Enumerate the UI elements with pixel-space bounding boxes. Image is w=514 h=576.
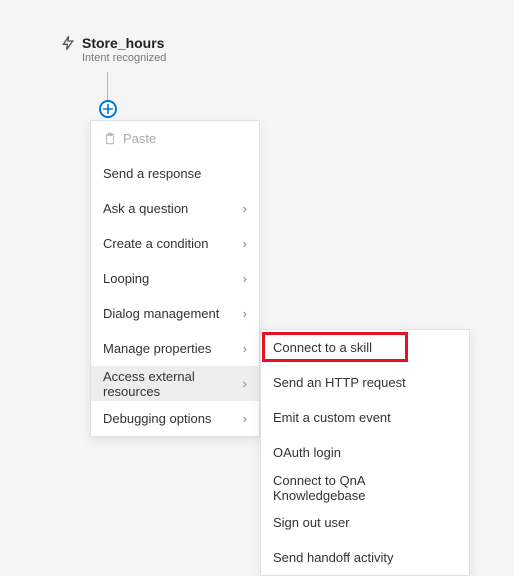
menu-label: Ask a question: [103, 201, 237, 216]
menu-label: Debugging options: [103, 411, 237, 426]
connector-line: [107, 72, 108, 100]
trigger-text: Store_hours Intent recognized: [82, 35, 166, 64]
menu-item[interactable]: Ask a question ›: [91, 191, 259, 226]
menu-label: Create a condition: [103, 236, 237, 251]
menu-item[interactable]: Manage properties ›: [91, 331, 259, 366]
submenu-item[interactable]: Connect to QnA Knowledgebase: [261, 470, 469, 505]
menu-label: Access external resources: [103, 369, 237, 399]
submenu-item[interactable]: Sign out user: [261, 505, 469, 540]
menu-label: Looping: [103, 271, 237, 286]
chevron-right-icon: ›: [243, 306, 247, 321]
trigger-node[interactable]: Store_hours Intent recognized: [60, 35, 166, 64]
action-menu: Paste Send a responseAsk a question›Crea…: [90, 120, 260, 437]
chevron-right-icon: ›: [243, 236, 247, 251]
chevron-right-icon: ›: [243, 341, 247, 356]
menu-item[interactable]: Looping ›: [91, 261, 259, 296]
trigger-subtitle: Intent recognized: [82, 52, 166, 64]
submenu-item[interactable]: Send an HTTP request: [261, 365, 469, 400]
submenu-external-resources: Connect to a skill Send an HTTP request Em…: [260, 329, 470, 576]
menu-item[interactable]: Debugging options ›: [91, 401, 259, 436]
menu-item[interactable]: Access external resources ›: [91, 366, 259, 401]
chevron-right-icon: ›: [243, 376, 247, 391]
menu-label: Dialog management: [103, 306, 237, 321]
submenu-item[interactable]: OAuth login: [261, 435, 469, 470]
menu-item[interactable]: Dialog management ›: [91, 296, 259, 331]
add-action-button[interactable]: [99, 100, 117, 118]
menu-item[interactable]: Send a response: [91, 156, 259, 191]
menu-label: Send a response: [103, 166, 247, 181]
chevron-right-icon: ›: [243, 201, 247, 216]
menu-label: Send an HTTP request: [273, 375, 457, 390]
menu-item[interactable]: Create a condition ›: [91, 226, 259, 261]
submenu-item[interactable]: Send handoff activity: [261, 540, 469, 575]
menu-label: Paste: [123, 131, 247, 146]
menu-label: Connect to QnA Knowledgebase: [273, 473, 457, 503]
menu-label: OAuth login: [273, 445, 457, 460]
menu-label: Sign out user: [273, 515, 457, 530]
submenu-item[interactable]: Connect to a skill: [261, 330, 469, 365]
submenu-item[interactable]: Emit a custom event: [261, 400, 469, 435]
chevron-right-icon: ›: [243, 411, 247, 426]
menu-label: Send handoff activity: [273, 550, 457, 565]
menu-item-paste: Paste: [91, 121, 259, 156]
lightning-icon: [60, 35, 76, 54]
chevron-right-icon: ›: [243, 271, 247, 286]
trigger-title: Store_hours: [82, 35, 166, 51]
menu-label: Emit a custom event: [273, 410, 457, 425]
clipboard-icon: [103, 132, 117, 146]
menu-label: Manage properties: [103, 341, 237, 356]
menu-label: Connect to a skill: [273, 340, 457, 355]
